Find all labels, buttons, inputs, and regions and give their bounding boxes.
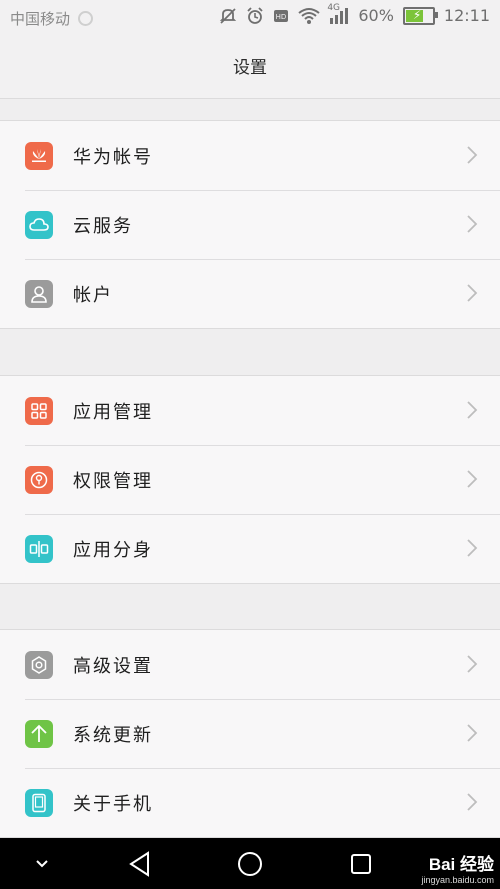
settings-item-label: 系统更新	[73, 724, 153, 746]
advanced-settings-icon	[25, 650, 53, 679]
settings-item-label: 帐户	[73, 284, 113, 306]
page-title: 设置	[0, 34, 500, 99]
settings-item-label: 应用管理	[73, 401, 153, 423]
home-circle-icon	[238, 851, 262, 876]
settings-group-account: 华为帐号 云服务 帐户	[0, 120, 500, 329]
cloud-icon	[25, 210, 53, 239]
wifi-icon	[298, 7, 320, 24]
chevron-right-icon	[467, 655, 478, 673]
settings-item-about-phone[interactable]: 关于手机	[0, 768, 500, 837]
watermark-sub: jingyan.baidu.com	[421, 875, 494, 885]
app-twin-icon	[25, 534, 53, 563]
chevron-down-icon	[36, 859, 48, 867]
back-triangle-icon	[129, 850, 149, 877]
navigation-bar: Bai 经验 jingyan.baidu.com	[0, 838, 500, 889]
settings-item-label: 华为帐号	[73, 146, 153, 168]
settings-group-apps: 应用管理 权限管理 应用分身	[0, 375, 500, 584]
recents-button[interactable]	[346, 838, 376, 889]
settings-item-label: 应用分身	[73, 539, 153, 561]
back-button[interactable]	[124, 838, 156, 889]
baidu-jingyan-watermark: Bai 经验 jingyan.baidu.com	[421, 850, 494, 885]
chevron-right-icon	[467, 470, 478, 488]
system-update-icon	[25, 719, 53, 748]
settings-item-app-twin[interactable]: 应用分身	[0, 514, 500, 583]
battery-percent: 60%	[358, 6, 394, 25]
svg-text:HD: HD	[276, 13, 287, 21]
battery-icon: ⚡	[402, 6, 438, 25]
settings-item-label: 关于手机	[73, 793, 153, 815]
settings-item-label: 云服务	[73, 215, 133, 237]
settings-item-advanced-settings[interactable]: 高级设置	[0, 630, 500, 699]
mute-icon	[220, 7, 237, 24]
chevron-right-icon	[467, 146, 478, 164]
sim-indicator-icon	[78, 11, 94, 26]
about-phone-icon	[25, 788, 53, 817]
permission-icon	[25, 465, 53, 494]
chevron-right-icon	[467, 284, 478, 302]
account-icon	[25, 279, 53, 308]
carrier-label: 中国移动	[10, 10, 71, 28]
home-button[interactable]	[234, 838, 266, 889]
recents-square-icon	[351, 853, 371, 874]
chevron-right-icon	[467, 215, 478, 233]
huawei-icon	[25, 141, 53, 170]
settings-item-app-manager[interactable]: 应用管理	[0, 376, 500, 445]
hide-nav-button[interactable]	[28, 838, 56, 889]
app-manager-icon	[25, 396, 53, 425]
chevron-right-icon	[467, 401, 478, 419]
chevron-right-icon	[467, 724, 478, 742]
settings-group-system: 高级设置 系统更新 关于手机	[0, 629, 500, 838]
watermark-main: Bai 经验	[428, 855, 494, 874]
settings-item-label: 权限管理	[73, 470, 153, 492]
settings-item-huawei-account[interactable]: 华为帐号	[0, 121, 500, 190]
settings-item-accounts[interactable]: 帐户	[0, 259, 500, 328]
clock: 12:11	[443, 6, 490, 25]
settings-item-permission-manager[interactable]: 权限管理	[0, 445, 500, 514]
hd-icon: HD	[274, 9, 289, 22]
chevron-right-icon	[467, 539, 478, 557]
settings-item-label: 高级设置	[73, 655, 153, 677]
alarm-icon	[247, 6, 263, 24]
settings-item-system-update[interactable]: 系统更新	[0, 699, 500, 768]
network-type-label: 4G	[327, 2, 341, 13]
chevron-right-icon	[467, 793, 478, 811]
settings-item-cloud-service[interactable]: 云服务	[0, 190, 500, 259]
status-bar: 中国移动 HD 4G 60% ⚡ 12:11	[0, 0, 500, 34]
